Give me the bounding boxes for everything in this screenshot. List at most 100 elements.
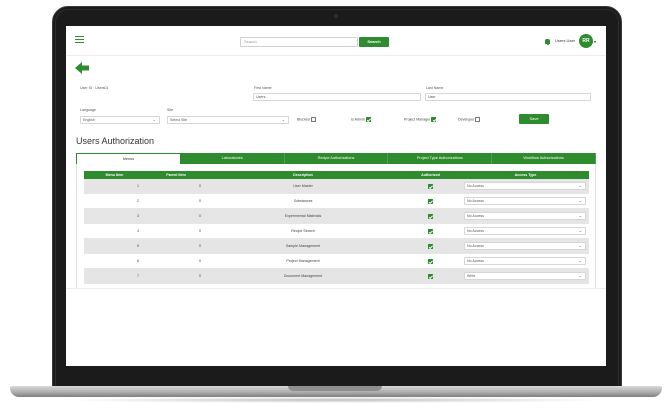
tab-project-type-authorizations[interactable]: Project Type Authorizations <box>388 153 493 164</box>
is-admin-checkbox-group[interactable]: Is Admin <box>351 117 371 122</box>
menu-item-cell: 3 <box>137 214 139 218</box>
access-type-cell: No Access ⌄ <box>462 239 589 253</box>
parent-item-cell: 0 <box>199 214 201 218</box>
authorized-checkbox[interactable] <box>428 228 433 234</box>
access-type-cell: No Access ⌄ <box>462 209 589 223</box>
access-type-value: No Access <box>467 229 484 233</box>
back-arrow-icon[interactable] <box>75 62 89 74</box>
camera-icon <box>334 14 338 18</box>
table-row[interactable]: 5 0 Sample Management No Access ⌄ <box>84 239 589 254</box>
search-input[interactable]: Search <box>240 37 358 47</box>
menus-grid: Menu Item Parent Item Description Author… <box>84 171 589 284</box>
app-screen: Search Search Users User RR ▾ User ID : … <box>66 26 606 366</box>
tab-menus[interactable]: Menus <box>76 153 181 164</box>
access-type-cell: Write ⌄ <box>462 269 589 283</box>
access-type-select[interactable]: Write ⌄ <box>464 272 586 280</box>
menu-item-cell: 5 <box>137 244 139 248</box>
authorized-checkbox[interactable] <box>428 198 433 204</box>
menu-item-cell: 1 <box>137 184 139 188</box>
chevron-down-icon: ⌄ <box>281 117 285 122</box>
table-row[interactable]: 1 0 User Master No Access ⌄ <box>84 179 589 194</box>
caret-down-icon[interactable]: ▾ <box>594 39 596 44</box>
authorized-cell <box>399 254 462 268</box>
description-cell: Document Management <box>283 274 323 278</box>
access-type-cell: No Access ⌄ <box>462 224 589 238</box>
authorized-checkbox[interactable] <box>428 273 433 279</box>
blocked-checkbox[interactable] <box>310 117 316 122</box>
is-admin-checkbox[interactable] <box>365 117 371 122</box>
access-type-select[interactable]: No Access ⌄ <box>464 227 586 235</box>
access-type-value: Write <box>467 274 476 278</box>
access-type-select[interactable]: No Access ⌄ <box>464 257 586 265</box>
grid-header: Menu Item Parent Item Description Author… <box>84 171 589 179</box>
authorized-checkbox[interactable] <box>428 213 433 219</box>
menu-item-cell: 2 <box>137 199 139 203</box>
authorized-cell <box>399 224 462 238</box>
site-value: Select Site <box>170 118 188 122</box>
access-type-value: No Access <box>467 199 484 203</box>
access-type-select[interactable]: No Access ⌄ <box>464 242 586 250</box>
project-manager-checkbox[interactable] <box>431 117 437 122</box>
authorized-cell <box>399 179 462 193</box>
column-header-access-type[interactable]: Access Type <box>462 171 589 179</box>
description-cell: User Master <box>293 184 313 188</box>
description-cell: Experimental Materials <box>284 214 322 218</box>
language-value: English <box>83 118 95 122</box>
menu-item-cell: 7 <box>137 274 139 278</box>
access-type-select[interactable]: No Access ⌄ <box>464 212 586 220</box>
blocked-checkbox-group[interactable]: Blocked <box>297 117 316 122</box>
access-type-select[interactable]: No Access ⌄ <box>464 197 586 205</box>
authorized-checkbox[interactable] <box>428 243 433 249</box>
bell-icon[interactable] <box>545 39 550 45</box>
first-name-field[interactable]: Users <box>253 93 421 101</box>
developer-checkbox-group[interactable]: Developer <box>458 117 481 122</box>
table-row[interactable]: 4 0 Recipe Search No Access ⌄ <box>84 224 589 239</box>
access-type-select[interactable]: No Access ⌄ <box>464 182 586 190</box>
description-cell: Sample Management <box>285 244 321 248</box>
project-manager-checkbox-group[interactable]: Project Manager <box>404 117 437 122</box>
page-title: Users Authorization <box>76 136 155 146</box>
authorized-cell <box>399 239 462 253</box>
save-button[interactable]: Save <box>519 114 549 124</box>
table-row[interactable]: 2 0 Substances No Access ⌄ <box>84 194 589 209</box>
column-header-description[interactable]: Description <box>207 171 399 179</box>
tab-recipe-authorizations[interactable]: Recipe Authorizations <box>284 153 389 164</box>
user-name[interactable]: Users User <box>555 38 575 43</box>
hamburger-menu-icon[interactable] <box>75 36 84 43</box>
parent-item-cell: 0 <box>199 259 201 263</box>
avatar[interactable]: RR <box>579 34 593 48</box>
description-cell: Project Management <box>286 259 320 263</box>
authorized-cell <box>399 269 462 283</box>
developer-checkbox[interactable] <box>475 117 481 122</box>
last-name-field[interactable]: User <box>425 93 591 101</box>
authorized-checkbox[interactable] <box>428 183 433 189</box>
column-header-authorized[interactable]: Authorized <box>399 171 462 179</box>
access-type-value: No Access <box>467 184 484 188</box>
site-label: Site <box>167 108 174 112</box>
description-cell: Recipe Search <box>291 229 315 233</box>
search-button[interactable]: Search <box>359 37 389 47</box>
last-name-label: Last Name <box>426 86 444 90</box>
top-navbar: Search Search Users User RR ▾ <box>66 26 606 56</box>
chevron-down-icon: ⌄ <box>578 273 582 278</box>
authorized-checkbox[interactable] <box>428 258 433 264</box>
language-select[interactable]: English ⌄ <box>80 116 160 124</box>
tab-laboratories[interactable]: Laboratories <box>180 153 285 164</box>
tab-workflow-authorizations[interactable]: Workflow Authorizations <box>492 153 596 164</box>
access-type-value: No Access <box>467 244 484 248</box>
access-type-cell: No Access ⌄ <box>462 254 589 268</box>
menu-item-cell: 6 <box>137 259 139 263</box>
table-row[interactable]: 7 0 Document Management Write ⌄ <box>84 269 589 284</box>
table-row[interactable]: 6 0 Project Management No Access ⌄ <box>84 254 589 269</box>
chevron-down-icon: ⌄ <box>578 228 582 233</box>
access-type-cell: No Access ⌄ <box>462 179 589 193</box>
is-admin-label: Is Admin <box>351 117 365 122</box>
column-header-parent-item[interactable]: Parent Item <box>145 171 207 179</box>
column-header-menu-item[interactable]: Menu Item <box>84 171 145 179</box>
chevron-down-icon: ⌄ <box>578 198 582 203</box>
site-select[interactable]: Select Site ⌄ <box>167 116 289 124</box>
chevron-down-icon: ⌄ <box>578 243 582 248</box>
parent-item-cell: 0 <box>199 274 201 278</box>
table-row[interactable]: 3 0 Experimental Materials No Access ⌄ <box>84 209 589 224</box>
access-type-cell: No Access ⌄ <box>462 194 589 208</box>
